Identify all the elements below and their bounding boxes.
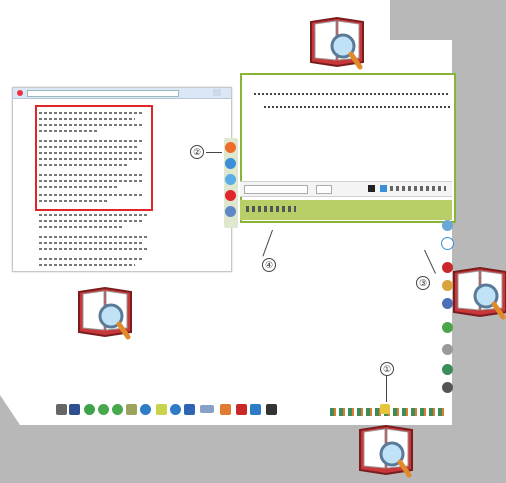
book-magnifier-icon	[359, 424, 413, 478]
dock-edit-icon[interactable]	[442, 382, 453, 393]
green-globe-icon[interactable]	[84, 404, 95, 415]
blue-globe-icon[interactable]	[140, 404, 151, 415]
callout-2: ②	[190, 145, 204, 159]
color-swatch-icon[interactable]	[368, 185, 375, 192]
blue-circle-icon[interactable]	[170, 404, 181, 415]
tool-icon[interactable]	[225, 206, 236, 217]
book-magnifier-icon	[78, 286, 132, 340]
font-select[interactable]	[244, 185, 308, 194]
browser-address-bar[interactable]	[13, 88, 231, 99]
tray-highlighted-icon[interactable]	[380, 404, 390, 414]
callout-4-label: ④	[262, 258, 276, 272]
brush-icon[interactable]	[250, 404, 261, 415]
marker-icon[interactable]	[236, 404, 247, 415]
callout-1-arrow	[386, 376, 387, 402]
dock-folder-icon[interactable]	[442, 220, 453, 231]
tools-icon[interactable]	[126, 404, 137, 415]
plus-icon[interactable]	[156, 404, 167, 415]
callout-4: ④	[262, 258, 276, 272]
capture-icon[interactable]	[225, 142, 236, 153]
dock-text-icon[interactable]	[441, 237, 454, 250]
browser-close-icon[interactable]	[213, 89, 221, 96]
green-refresh-icon[interactable]	[98, 404, 109, 415]
bird-icon[interactable]	[225, 174, 236, 185]
red-star-icon[interactable]	[225, 190, 236, 201]
background-bottom	[0, 425, 506, 483]
image-icon[interactable]	[184, 404, 195, 415]
callout-3-label: ③	[416, 276, 430, 290]
globe-icon[interactable]	[225, 158, 236, 169]
browser-window[interactable]	[12, 87, 232, 272]
callout-1-label: ①	[380, 362, 394, 376]
editor-footer	[240, 200, 452, 220]
green-search-icon[interactable]	[112, 404, 123, 415]
editor-footer-buttons[interactable]	[246, 206, 296, 212]
background-right	[452, 0, 506, 483]
format-options[interactable]	[390, 186, 446, 191]
pen-icon[interactable]	[56, 404, 67, 415]
callout-1: ①	[380, 362, 394, 376]
screen-bottom-slant	[0, 395, 20, 425]
address-field[interactable]	[27, 90, 179, 97]
size-select[interactable]	[316, 185, 332, 194]
highlight-icon[interactable]	[220, 404, 231, 415]
bg-color-icon[interactable]	[380, 185, 387, 192]
notebook-icon[interactable]	[69, 404, 80, 415]
browser-tab-icon	[17, 90, 23, 96]
book-magnifier-icon	[310, 16, 364, 70]
callout-2-label: ②	[190, 145, 204, 159]
book-magnifier-icon	[453, 266, 506, 320]
background-diagonal	[390, 0, 420, 40]
text-tool-icon[interactable]	[266, 404, 277, 415]
callout-3: ③	[416, 276, 430, 290]
editor-format-toolbar	[240, 181, 452, 197]
callout-2-arrow	[206, 152, 222, 153]
dock-settings-icon[interactable]	[442, 344, 453, 355]
dock-arrow-icon[interactable]	[442, 364, 453, 375]
link-icon[interactable]	[200, 405, 214, 413]
